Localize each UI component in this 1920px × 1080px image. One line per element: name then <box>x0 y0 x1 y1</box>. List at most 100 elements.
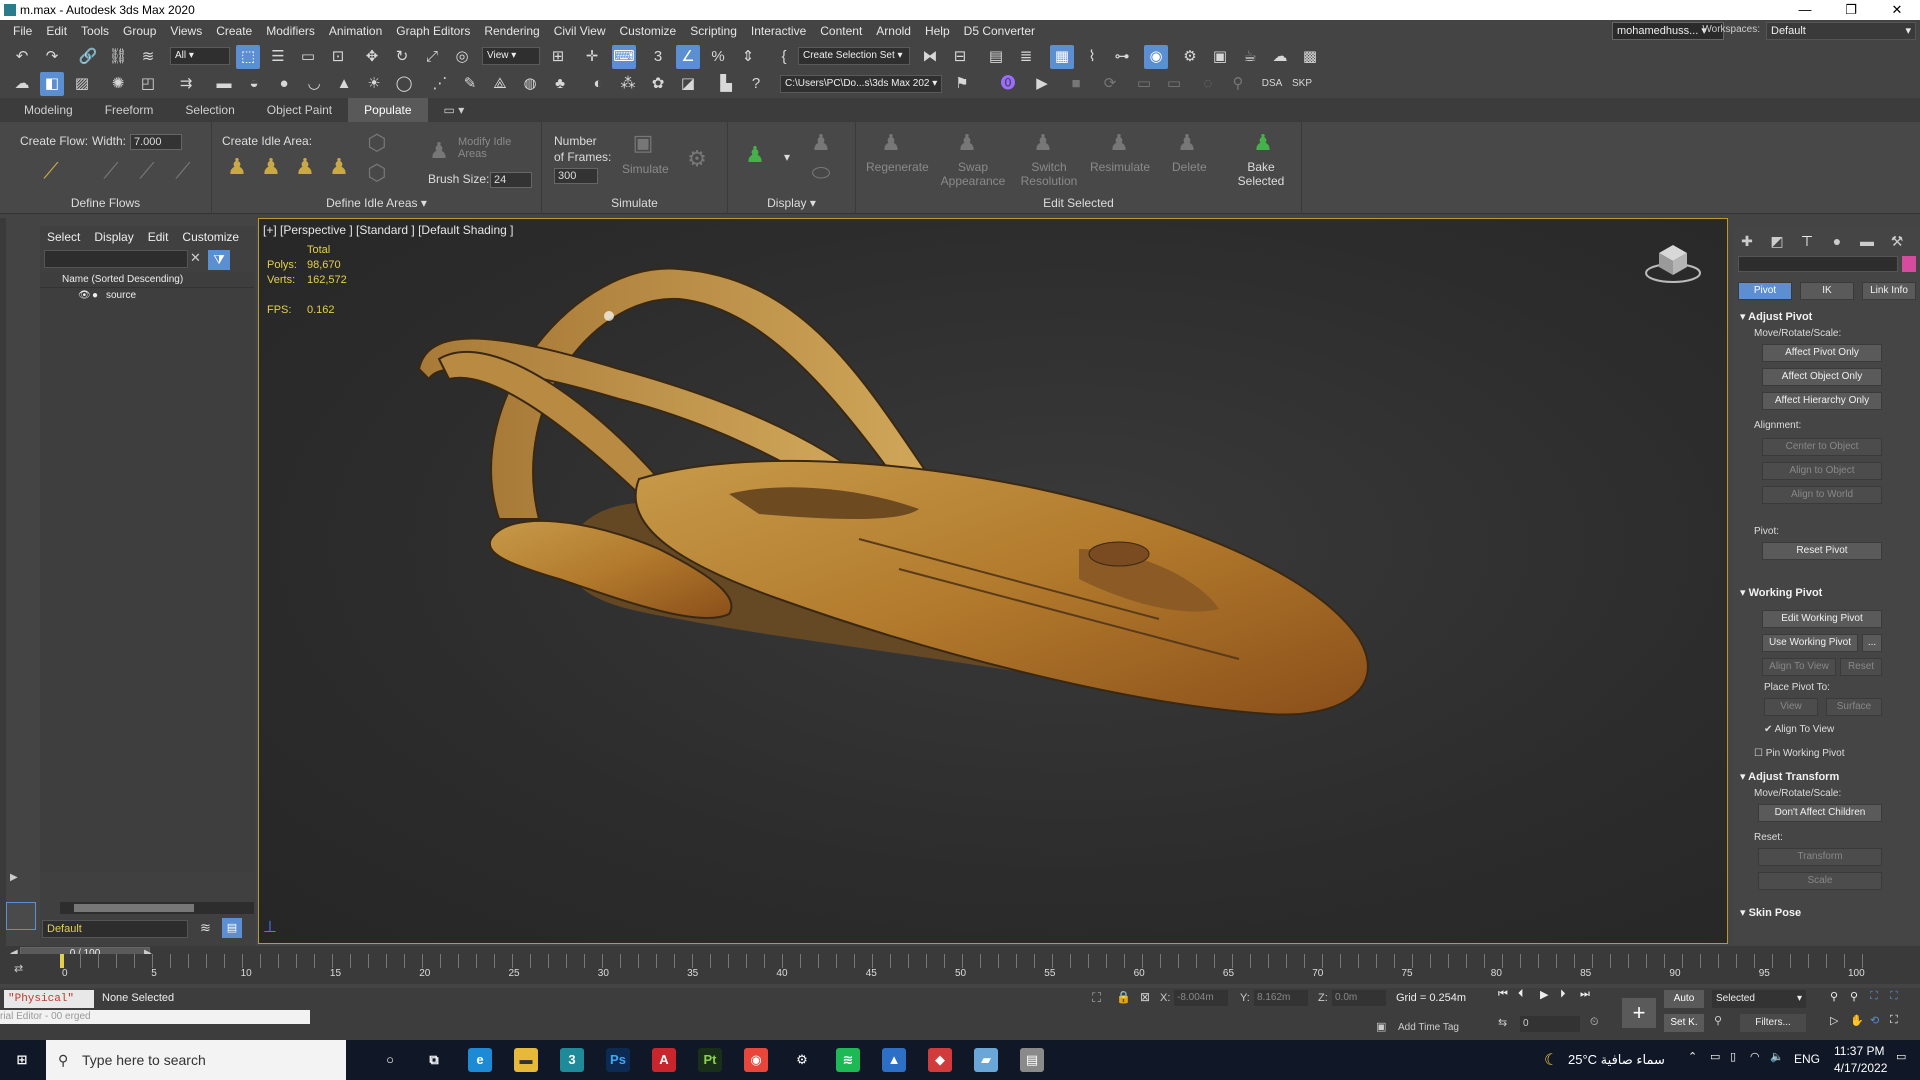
dont-affect-children-button[interactable]: Don't Affect Children <box>1758 804 1882 822</box>
z-coordinate-field[interactable]: 0.0m <box>1332 990 1386 1006</box>
perspective-viewport[interactable]: [+] [Perspective ] [Standard ] [Default … <box>258 218 1728 944</box>
zoom-all-icon[interactable]: ⚲ <box>1850 990 1858 1003</box>
particles-icon[interactable]: ⁂ <box>616 72 640 96</box>
align-icon[interactable]: ⊟ <box>948 45 972 69</box>
menu-group[interactable]: Group <box>116 24 163 38</box>
active-viewport-thumbnail[interactable] <box>6 902 36 930</box>
y-coordinate-field[interactable]: 8.162m <box>1254 990 1308 1006</box>
prev-frame-icon[interactable]: ⏴ <box>1518 988 1524 1001</box>
menu-modifiers[interactable]: Modifiers <box>259 24 322 38</box>
x-coordinate-field[interactable]: -8.004m <box>1174 990 1228 1006</box>
plane-icon[interactable]: ▬ <box>212 72 236 96</box>
simulate-icon[interactable]: ▣ <box>628 128 658 158</box>
refresh-icon[interactable]: ⟳ <box>1098 72 1122 96</box>
menu-civil-view[interactable]: Civil View <box>547 24 613 38</box>
viewport-icon[interactable]: ◪ <box>676 72 700 96</box>
tool-b-icon[interactable]: ▭ <box>1162 72 1186 96</box>
edit-named-selection-icon[interactable]: { <box>772 45 796 69</box>
scale-icon[interactable]: ⤢ <box>420 45 444 69</box>
workspace-dropdown[interactable]: Default ▾ <box>1766 22 1916 40</box>
cortana-icon[interactable]: ○ <box>378 1048 402 1072</box>
shader-icon[interactable]: ⟁ <box>488 72 512 96</box>
chrome-icon[interactable]: ◉ <box>744 1048 768 1072</box>
minimize-button[interactable]: — <box>1782 0 1828 20</box>
weather-text[interactable]: 25°C سماء صافية <box>1568 1052 1665 1068</box>
menu-help[interactable]: Help <box>918 24 957 38</box>
project-path-dropdown[interactable]: C:\Users\PC\Do...s\3ds Max 202 ▾ <box>780 75 942 93</box>
render-icon[interactable]: ◧ <box>40 72 64 96</box>
isolate-icon[interactable]: ⛶ <box>1092 990 1101 1006</box>
grid-icon[interactable]: ⋰ <box>428 72 452 96</box>
menu-rendering[interactable]: Rendering <box>477 24 546 38</box>
skp-button[interactable]: SKP <box>1290 72 1314 96</box>
task-view-icon[interactable]: ⧉ <box>422 1048 446 1072</box>
move-icon[interactable]: ✥ <box>360 45 384 69</box>
edge-icon[interactable]: e <box>468 1048 492 1072</box>
menu-arnold[interactable]: Arnold <box>869 24 918 38</box>
place-pivot-view-button[interactable]: View <box>1764 698 1818 716</box>
globe-icon[interactable]: ◐ <box>586 72 610 96</box>
key-filters-icon[interactable]: ⚲ <box>1714 1014 1722 1027</box>
pivot-center-icon[interactable]: ⊞ <box>546 45 570 69</box>
menu-interactive[interactable]: Interactive <box>744 24 813 38</box>
keyboard-shortcut-override-icon[interactable]: ⌨ <box>612 45 636 69</box>
windows-start-icon[interactable]: ⊞ <box>10 1048 34 1072</box>
sun-icon[interactable]: ☀ <box>362 72 386 96</box>
adjust-pivot-rollout[interactable]: ▾ Adjust Pivot <box>1740 310 1812 326</box>
material-ball-icon[interactable]: ◍ <box>518 72 542 96</box>
fov-icon[interactable]: ▷ <box>1830 1014 1838 1027</box>
weather-icon[interactable]: ☾ <box>1544 1050 1558 1070</box>
clock-time[interactable]: 11:37 PM <box>1834 1044 1884 1058</box>
scene-explorer-toggle-icon[interactable]: ▤ <box>222 918 242 938</box>
placement-icon[interactable]: ◎ <box>450 45 474 69</box>
rect-selection-icon[interactable]: ▭ <box>296 45 320 69</box>
clone-icon[interactable]: ⇉ <box>174 72 198 96</box>
tab-object-paint[interactable]: Object Paint <box>251 98 348 122</box>
expand-arrow-icon[interactable]: ▶ <box>10 872 18 883</box>
render-production-icon[interactable]: ☕ <box>1238 45 1262 69</box>
maxscript-listener[interactable]: "Physical" <box>4 990 94 1008</box>
affect-object-only-button[interactable]: Affect Object Only <box>1762 368 1882 386</box>
scene-menu-edit[interactable]: Edit <box>141 226 176 248</box>
volume-icon[interactable]: 🔈 <box>1770 1050 1784 1063</box>
create-tab-icon[interactable]: ✚ <box>1736 230 1758 252</box>
spinner-snap-icon[interactable]: ⇕ <box>736 45 760 69</box>
dome-icon[interactable]: ◒ <box>242 72 266 96</box>
working-pivot-rollout[interactable]: ▾ Working Pivot <box>1740 586 1822 602</box>
clock-date[interactable]: 4/17/2022 <box>1834 1061 1887 1075</box>
layer-dropdown[interactable]: Default <box>42 920 188 938</box>
tray-chevron-icon[interactable]: ⌃ <box>1688 1050 1697 1063</box>
motion-tab-icon[interactable]: ● <box>1826 230 1848 252</box>
track-bar-icon[interactable]: ⇄ <box>14 962 23 975</box>
autocad-icon[interactable]: A <box>652 1048 676 1072</box>
help-icon[interactable]: ? <box>744 72 768 96</box>
pin-working-pivot-checkbox[interactable]: ☐ Pin Working Pivot <box>1754 748 1845 759</box>
width-field[interactable]: 7.000 <box>130 134 182 150</box>
named-selection-set-dropdown[interactable]: Create Selection Set ▾ <box>798 47 910 65</box>
tool-a-icon[interactable]: ▭ <box>1132 72 1156 96</box>
file-explorer-icon[interactable]: ▬ <box>514 1048 538 1072</box>
resimulate-button[interactable]: Resimulate <box>1090 160 1150 174</box>
link-info-tab-button[interactable]: Link Info <box>1862 282 1916 300</box>
pan-icon[interactable]: ✋ <box>1850 1014 1864 1027</box>
scene-menu-select[interactable]: Select <box>40 226 87 248</box>
tool-c-icon[interactable]: ◌ <box>1196 72 1220 96</box>
settings-icon[interactable]: ⚙ <box>790 1048 814 1072</box>
delete-button[interactable]: Delete <box>1172 160 1207 174</box>
center-to-object-button[interactable]: Center to Object <box>1762 438 1882 456</box>
regenerate-icon[interactable]: ♟ <box>876 128 906 158</box>
camera-icon[interactable]: ◰ <box>136 72 160 96</box>
app-red-icon[interactable]: ◆ <box>928 1048 952 1072</box>
define-idle-areas-title[interactable]: Define Idle Areas ▾ <box>212 196 541 210</box>
display-tool-1-icon[interactable]: ♟ <box>806 128 836 158</box>
modify-idle-areas-icon[interactable]: ♟ <box>424 136 454 166</box>
network-icon[interactable]: ▭ <box>1710 1050 1720 1063</box>
paint-icon[interactable]: ✎ <box>458 72 482 96</box>
swap-appearance-icon[interactable]: ♟ <box>952 128 982 158</box>
skin-pose-rollout[interactable]: ▾ Skin Pose <box>1740 906 1801 922</box>
photoshop-icon[interactable]: Ps <box>606 1048 630 1072</box>
align-to-view-checkbox[interactable]: ✔ Align To View <box>1764 724 1834 735</box>
frames-field[interactable]: 300 <box>554 168 598 184</box>
flow-tool-2-icon[interactable]: ⟋ <box>132 156 162 186</box>
link-icon[interactable]: 🔗 <box>76 45 100 69</box>
